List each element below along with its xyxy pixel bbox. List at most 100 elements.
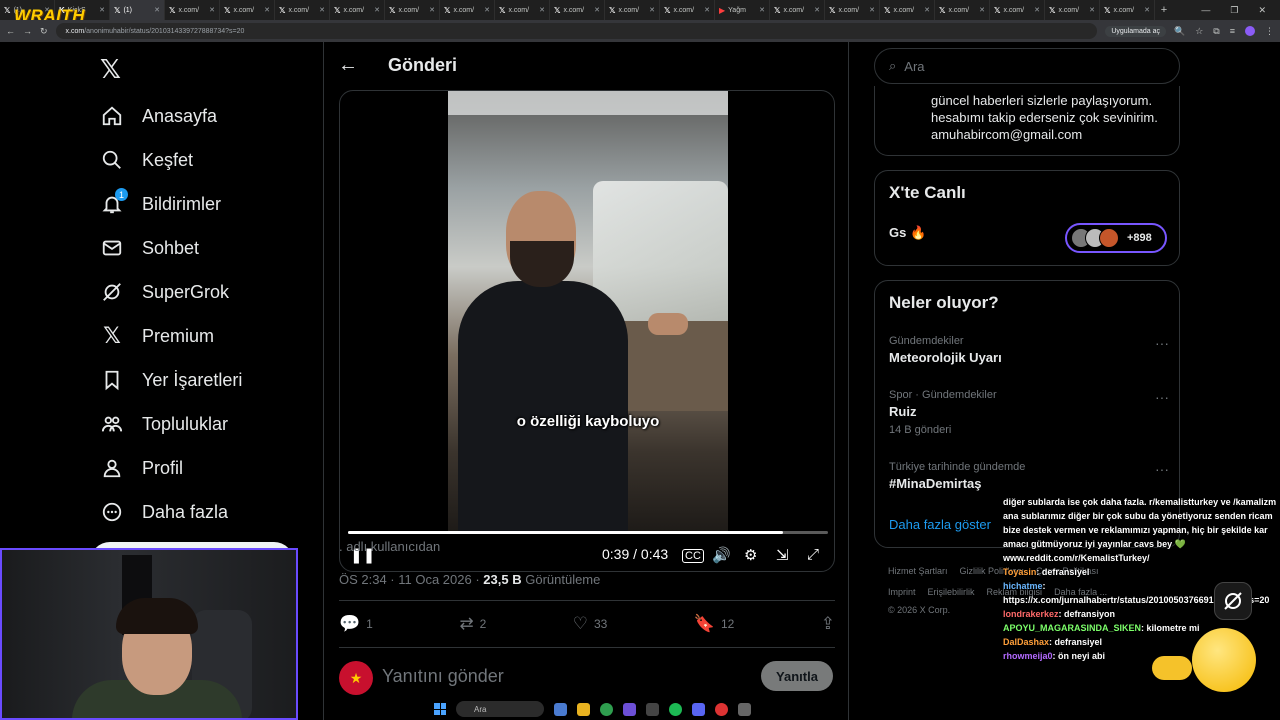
tab-close-icon[interactable]: ✕ — [154, 6, 160, 14]
forward-nav-icon[interactable]: → — [23, 26, 32, 36]
browser-tab[interactable]: 𝕏x.com/ ✕ — [605, 0, 660, 20]
new-tab-button[interactable]: + — [1155, 4, 1173, 16]
browser-tab[interactable]: 𝕏x.com/ ✕ — [275, 0, 330, 20]
user-avatar[interactable]: ★ — [339, 661, 373, 695]
tab-close-icon[interactable]: ✕ — [594, 6, 600, 14]
browser-tab[interactable]: 𝕏x.com/ ✕ — [990, 0, 1045, 20]
nav-item-sohbet[interactable]: Sohbet — [100, 233, 199, 263]
footer-link[interactable]: Erişilebilirlik — [928, 587, 975, 597]
close-window-icon[interactable]: ✕ — [1258, 5, 1266, 16]
browser-tab[interactable]: 𝕏x.com/ ✕ — [880, 0, 935, 20]
trend-item[interactable]: Spor · Gündemdekiler Ruiz 14 B gönderi ··· — [889, 389, 1169, 436]
tab-close-icon[interactable]: ✕ — [649, 6, 655, 14]
volume-icon[interactable]: 🔊 — [712, 546, 731, 564]
search-input[interactable]: ⌕ Ara — [874, 48, 1180, 84]
footer-link[interactable]: Imprint — [888, 587, 916, 597]
browser-tab[interactable]: 𝕏x.com/ ✕ — [825, 0, 880, 20]
repost-action[interactable]: ⇄ 2 — [459, 614, 486, 634]
tab-close-icon[interactable]: ✕ — [429, 6, 435, 14]
back-nav-icon[interactable]: ← — [6, 26, 15, 36]
url-field[interactable]: x.com/anonimuhabir/status/20103143397278… — [55, 23, 1098, 39]
browser-tab[interactable]: 𝕏x.com/ ✕ — [330, 0, 385, 20]
taskbar-app-icon[interactable] — [646, 702, 659, 716]
fullscreen-icon[interactable]: ⤢ — [807, 546, 819, 563]
tab-close-icon[interactable]: ✕ — [869, 6, 875, 14]
tab-close-icon[interactable]: ✕ — [1089, 6, 1095, 14]
profile-avatar[interactable] — [1245, 26, 1255, 36]
grok-icon[interactable] — [1214, 582, 1252, 620]
nav-item-bildirimler[interactable]: 1 Bildirimler — [100, 188, 221, 219]
like-action[interactable]: ♡ 33 — [573, 614, 608, 634]
nav-item-yer-i-şaretleri[interactable]: Yer İşaretleri — [100, 365, 242, 395]
taskbar-app-icon[interactable] — [738, 702, 751, 716]
browser-tab[interactable]: 𝕏x.com/ ✕ — [495, 0, 550, 20]
tab-close-icon[interactable]: ✕ — [704, 6, 710, 14]
windows-start-icon[interactable] — [434, 703, 446, 715]
picture-in-picture-icon[interactable]: ⇲ — [776, 546, 789, 564]
browser-tab[interactable]: 𝕏x.com/ ✕ — [550, 0, 605, 20]
video-progress-bar[interactable] — [348, 531, 828, 534]
taskbar-app-icon[interactable] — [554, 702, 567, 716]
chrome-icon[interactable] — [600, 702, 613, 716]
open-in-app-button[interactable]: Uygulamada aç — [1105, 25, 1166, 37]
reload-icon[interactable]: ↻ — [40, 26, 48, 37]
nav-item-anasayfa[interactable]: Anasayfa — [100, 101, 217, 131]
taskbar-app-icon[interactable] — [692, 702, 705, 716]
back-arrow-icon[interactable]: ← — [338, 54, 358, 77]
browser-tab[interactable]: 𝕏x.com/ ✕ — [165, 0, 220, 20]
nav-item-premium[interactable]: 𝕏 Premium — [100, 321, 214, 351]
browser-tab[interactable]: 𝕏x.com/ ✕ — [385, 0, 440, 20]
menu-list-icon[interactable]: ≡ — [1230, 26, 1235, 36]
more-options-icon[interactable]: ··· — [1155, 461, 1169, 477]
browser-tab[interactable]: 𝕏x.com/ ✕ — [220, 0, 275, 20]
folder-icon[interactable] — [577, 702, 590, 716]
reply-action[interactable]: 💬 1 — [339, 614, 373, 634]
restore-icon[interactable]: ❐ — [1230, 5, 1238, 16]
tab-close-icon[interactable]: ✕ — [1034, 6, 1040, 14]
tab-close-icon[interactable]: ✕ — [99, 6, 105, 14]
more-options-icon[interactable]: ··· — [1155, 389, 1169, 405]
show-more-link[interactable]: Daha fazla göster — [889, 517, 991, 532]
zoom-icon[interactable]: 🔍 — [1174, 26, 1185, 37]
tab-close-icon[interactable]: ✕ — [979, 6, 985, 14]
more-options-icon[interactable]: ··· — [1155, 335, 1169, 351]
reply-input[interactable]: Yanıtını gönder — [382, 666, 504, 687]
browser-tab[interactable]: 𝕏x.com/ ✕ — [770, 0, 825, 20]
nav-item-daha-fazla[interactable]: Daha fazla — [100, 497, 228, 527]
footer-link[interactable]: Hizmet Şartları — [888, 566, 948, 576]
nav-item-topluluklar[interactable]: Topluluklar — [100, 409, 228, 439]
captions-icon[interactable]: CC — [682, 549, 704, 563]
browser-tab[interactable]: 𝕏x.com/ ✕ — [935, 0, 990, 20]
extensions-icon[interactable]: ⧉ — [1213, 26, 1219, 37]
post-timestamp[interactable]: ÖS 2:34 · 11 Oca 2026 · — [339, 572, 483, 587]
nav-item-profil[interactable]: Profil — [100, 453, 183, 483]
browser-tab[interactable]: 𝕏x.com/ ✕ — [440, 0, 495, 20]
nav-item-supergrok[interactable]: SuperGrok — [100, 277, 229, 307]
video-player[interactable]: o özelliği kayboluyo ❚❚ 0:39 / 0:43 CC 🔊… — [339, 90, 835, 572]
tab-close-icon[interactable]: ✕ — [209, 6, 215, 14]
taskbar-app-icon[interactable] — [715, 702, 728, 716]
tab-close-icon[interactable]: ✕ — [539, 6, 545, 14]
browser-tab[interactable]: 𝕏x.com/ ✕ — [1100, 0, 1155, 20]
share-action[interactable]: ⇪ — [821, 614, 835, 634]
tab-close-icon[interactable]: ✕ — [759, 6, 765, 14]
minimize-icon[interactable]: — — [1201, 5, 1210, 16]
tab-close-icon[interactable]: ✕ — [924, 6, 930, 14]
tab-close-icon[interactable]: ✕ — [814, 6, 820, 14]
bookmark-action[interactable]: 🔖 12 — [694, 614, 735, 634]
tab-close-icon[interactable]: ✕ — [484, 6, 490, 14]
star-icon[interactable]: ☆ — [1195, 26, 1203, 37]
kebab-menu-icon[interactable]: ⋮ — [1265, 26, 1274, 37]
spotify-icon[interactable] — [669, 702, 682, 716]
nav-item-keşfet[interactable]: Keşfet — [100, 145, 193, 175]
tab-close-icon[interactable]: ✕ — [1144, 6, 1150, 14]
taskbar-search[interactable]: Ara — [456, 701, 544, 717]
x-logo-icon[interactable]: 𝕏 — [100, 54, 121, 85]
browser-tab[interactable]: 𝕏x.com/ ✕ — [660, 0, 715, 20]
live-card[interactable]: X'te Canlı Gs 🔥 +898 — [874, 170, 1180, 266]
settings-gear-icon[interactable]: ⚙ — [744, 546, 757, 564]
discord-icon[interactable] — [623, 702, 636, 716]
browser-tab[interactable]: 𝕏x.com/ ✕ — [1045, 0, 1100, 20]
live-participants[interactable]: +898 — [1065, 223, 1167, 253]
tab-close-icon[interactable]: ✕ — [319, 6, 325, 14]
